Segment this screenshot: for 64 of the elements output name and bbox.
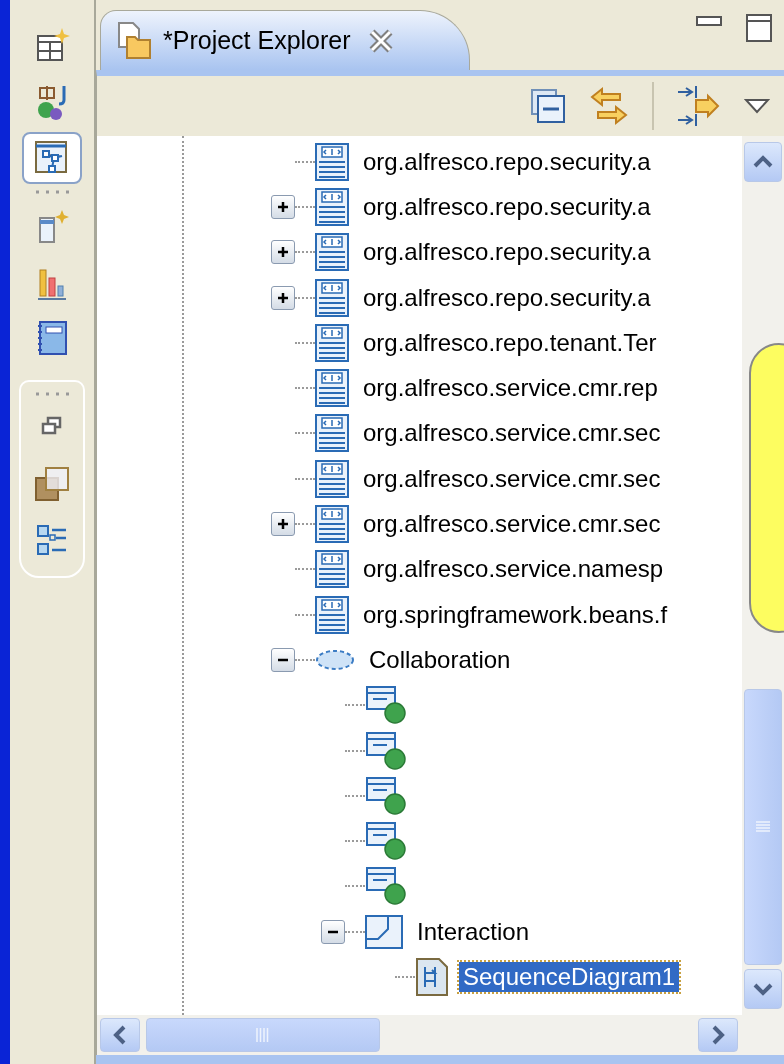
scroll-down-button[interactable]	[744, 969, 782, 1009]
caret-down-icon	[753, 982, 773, 996]
interface-file-icon	[315, 142, 349, 181]
horizontal-scrollbar-thumb[interactable]	[146, 1018, 380, 1052]
interface-file-icon	[315, 459, 349, 498]
interface-file-icon	[315, 187, 349, 226]
scroll-left-button[interactable]	[100, 1018, 140, 1052]
filter-arrows-icon[interactable]	[676, 84, 722, 128]
tree-item-label[interactable]: org.springframework.beans.f	[359, 599, 672, 630]
box-with-dot-icon	[365, 730, 407, 771]
grip-icon	[256, 1027, 270, 1043]
tree-item-label[interactable]: org.alfresco.service.cmr.sec	[359, 509, 665, 539]
project-explorer-tab[interactable]: *Project Explorer	[100, 10, 470, 70]
maximize-icon[interactable]	[746, 14, 772, 42]
plus-icon	[276, 245, 290, 260]
plus-icon	[276, 517, 290, 531]
scroll-right-button[interactable]	[698, 1018, 738, 1052]
box-with-dot-icon	[365, 821, 407, 862]
caret-right-icon	[711, 1025, 725, 1045]
dashed-ellipse-icon	[315, 648, 355, 671]
expand-toggle[interactable]	[271, 194, 295, 219]
plus-icon	[276, 199, 290, 214]
expand-toggle[interactable]	[271, 240, 295, 265]
tree-item-label[interactable]: org.alfresco.service.namesp	[359, 554, 668, 585]
diagram-view-icon[interactable]	[22, 132, 82, 184]
interface-file-icon	[315, 414, 349, 453]
caret-up-icon	[753, 155, 773, 169]
minimize-icon[interactable]	[696, 14, 722, 28]
frame-icon	[365, 914, 403, 949]
scroll-up-button[interactable]	[744, 142, 782, 182]
sync-arrows-icon[interactable]	[588, 85, 630, 127]
tree-item-label[interactable]: org.alfresco.repo.security.a	[359, 146, 655, 177]
view-menu-icon[interactable]	[744, 98, 770, 114]
expand-toggle[interactable]	[271, 512, 295, 536]
tree-item-label[interactable]: org.alfresco.repo.tenant.Ter	[359, 327, 661, 358]
interface-file-icon	[315, 505, 349, 543]
collapse-toggle[interactable]	[271, 647, 295, 672]
collapse-all-icon[interactable]	[530, 88, 566, 124]
plus-icon	[276, 290, 290, 305]
tree-item-label[interactable]: org.alfresco.service.cmr.rep	[359, 373, 662, 404]
grip-icon	[755, 821, 771, 833]
tree-item-label[interactable]: Collaboration	[365, 644, 515, 675]
scrollbar-thumb[interactable]	[744, 689, 782, 965]
interface-file-icon	[315, 369, 349, 408]
expand-toggle[interactable]	[271, 285, 295, 310]
interface-file-icon	[315, 233, 349, 272]
tree-item-label[interactable]: org.alfresco.service.cmr.sec	[359, 418, 665, 449]
tree-item-label[interactable]: org.alfresco.repo.security.a	[359, 237, 655, 268]
interface-file-icon	[315, 323, 349, 362]
tab-title: *Project Explorer	[163, 24, 351, 56]
box-with-dot-icon	[365, 775, 407, 816]
tree-item-label[interactable]: org.alfresco.repo.security.a	[359, 191, 655, 222]
interface-file-icon	[315, 550, 349, 589]
diagram-file-icon	[415, 957, 449, 997]
tree-item-label[interactable]: org.alfresco.service.cmr.sec	[359, 463, 665, 494]
box-with-dot-icon	[365, 685, 407, 726]
box-with-dot-icon	[365, 866, 407, 907]
interface-file-icon	[315, 595, 349, 634]
tree-item-label[interactable]: Interaction	[413, 916, 534, 947]
caret-left-icon	[113, 1025, 127, 1045]
tree-item-label[interactable]: SequenceDiagram1	[459, 962, 680, 992]
interface-file-icon	[315, 278, 349, 317]
tree-item-label[interactable]: org.alfresco.repo.security.a	[359, 282, 655, 313]
collapse-toggle[interactable]	[321, 919, 345, 944]
